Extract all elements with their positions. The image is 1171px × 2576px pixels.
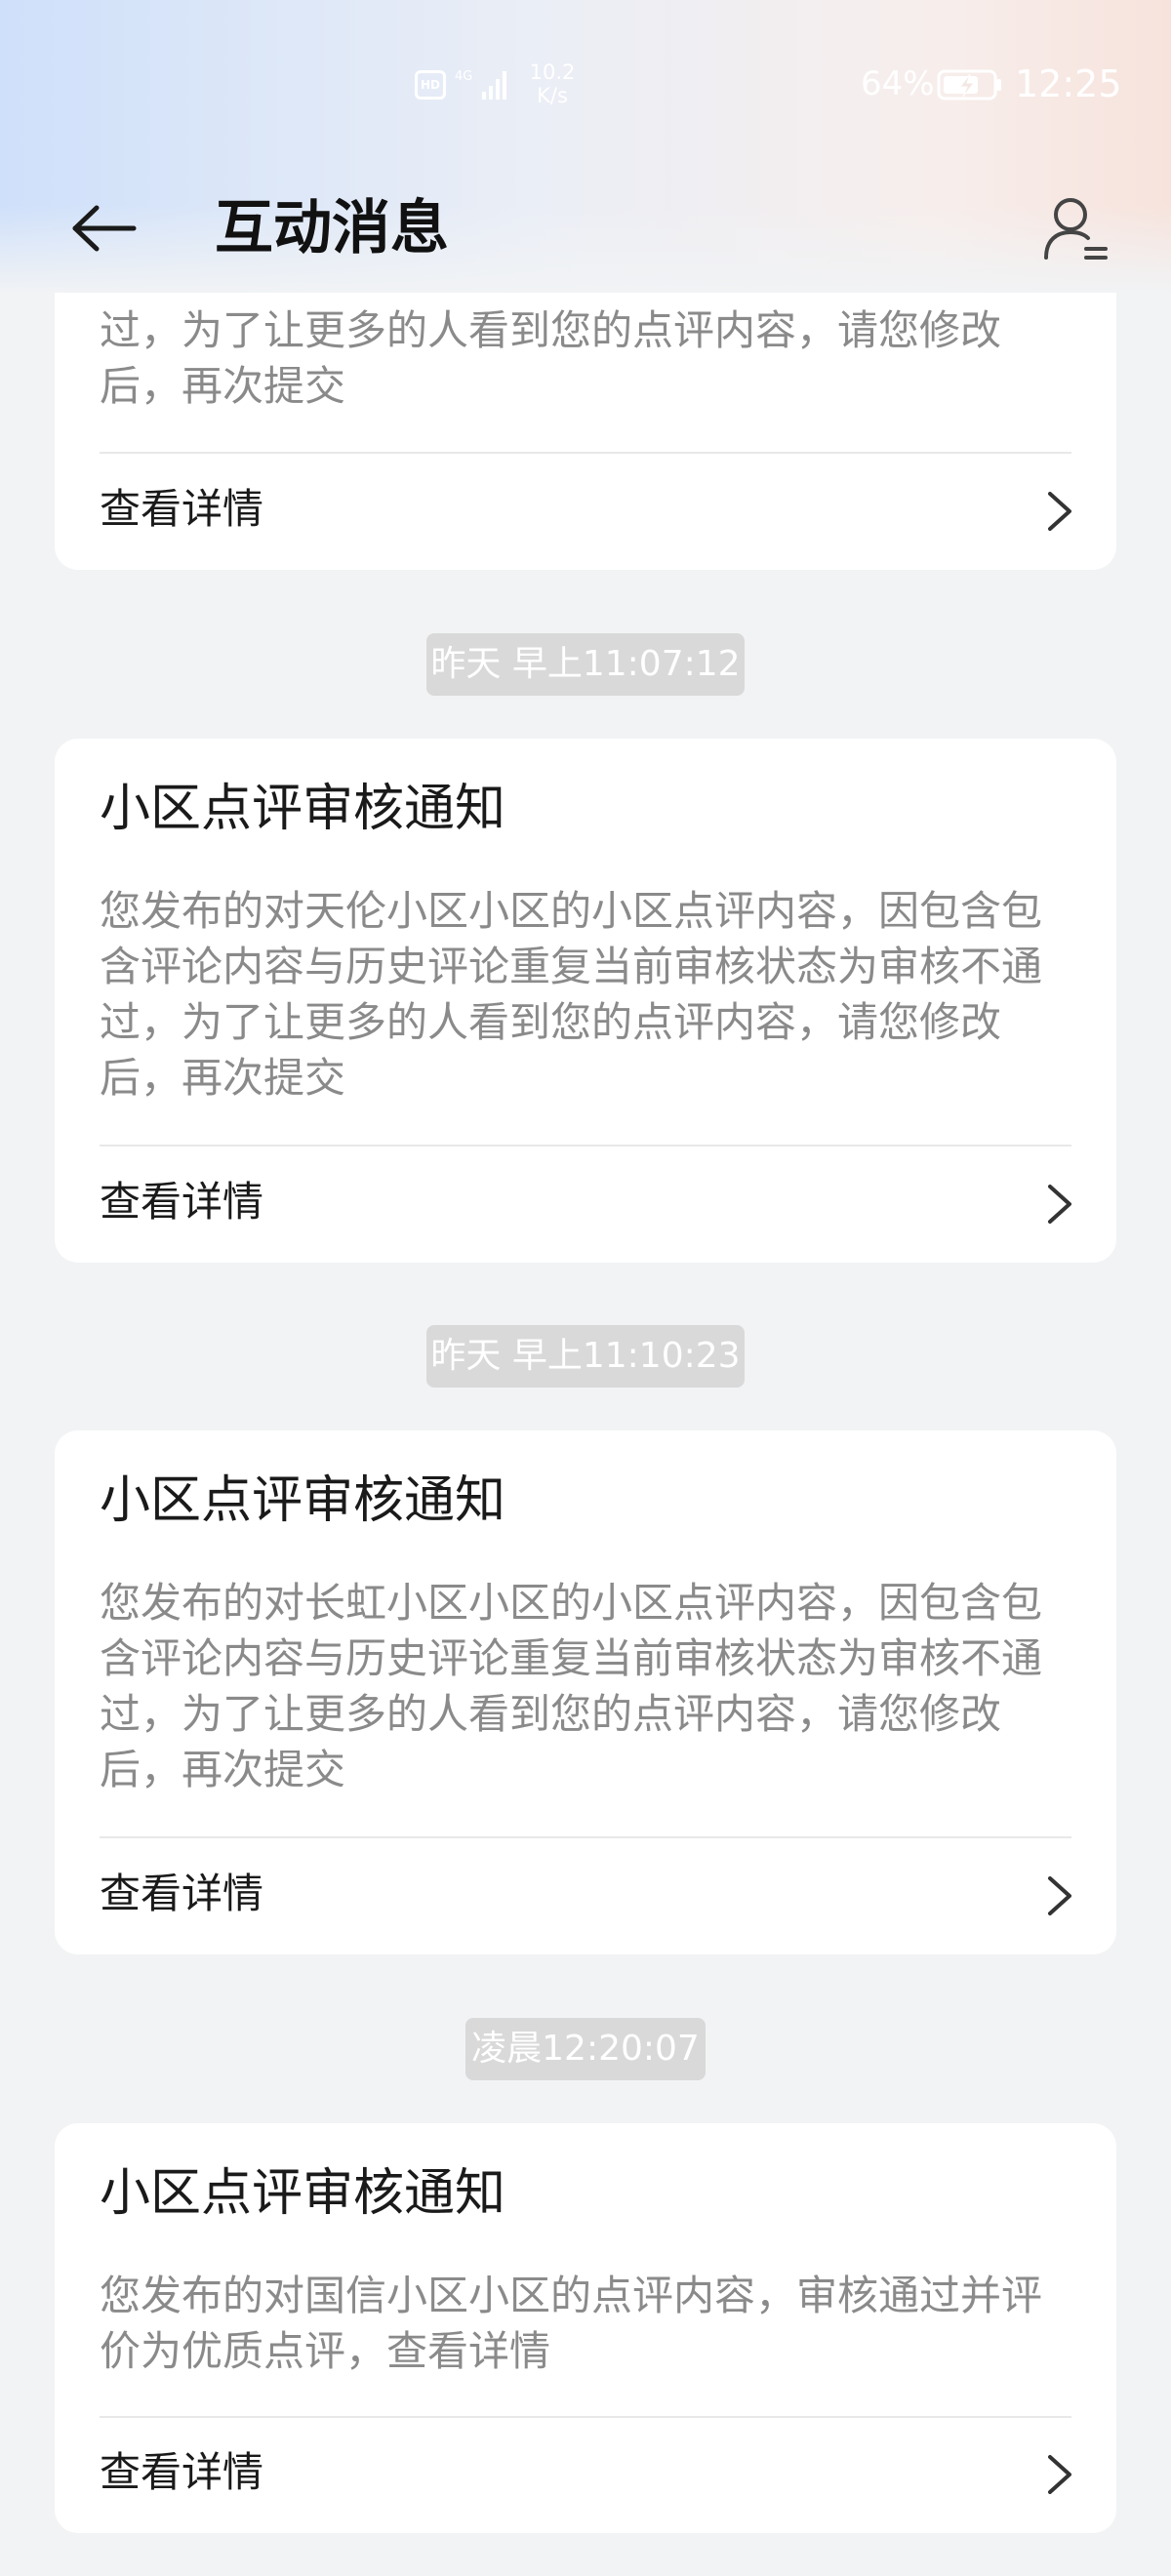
screen: 过，为了让更多的人看到您的点评内容，请您修改后，再次提交 查看详情 昨天 早上1… <box>0 0 1171 2576</box>
network-speed: 10.2 K/s <box>525 60 580 107</box>
network-type-label: 4G <box>455 69 472 84</box>
arrow-left-icon <box>72 205 137 252</box>
timestamp-text: 昨天 早上11:10:23 <box>430 1336 741 1376</box>
user-list-icon <box>1044 198 1108 260</box>
message-card: 小区点评审核通知 您发布的对国信小区小区的点评内容，审核通过并评价为优质点评，查… <box>55 2123 1116 2533</box>
chevron-right-icon <box>1048 492 1071 531</box>
signal-icon: 4G <box>455 69 506 100</box>
message-body: 您发布的对长虹小区小区的小区点评内容，因包含包含评论内容与历史评论重复当前审核状… <box>100 1579 1043 1793</box>
message-card: 小区点评审核通知 您发布的对天伦小区小区的小区点评内容，因包含包含评论内容与历史… <box>55 739 1116 1263</box>
view-details-row[interactable]: 查看详情 <box>55 2416 1116 2533</box>
view-details-row[interactable]: 查看详情 <box>55 1837 1116 1954</box>
hd-label: HD <box>420 78 440 92</box>
view-details-row[interactable]: 查看详情 <box>55 453 1116 570</box>
view-details-row[interactable]: 查看详情 <box>55 1146 1116 1263</box>
app-header: 互动消息 <box>0 166 1171 293</box>
back-button[interactable] <box>64 189 142 267</box>
network-speed-value: 10.2 <box>529 60 576 84</box>
timestamp-text: 凌晨12:20:07 <box>471 2029 700 2069</box>
profile-button[interactable] <box>1034 187 1116 269</box>
view-details-label: 查看详情 <box>100 1178 264 1226</box>
view-details-label: 查看详情 <box>100 485 264 533</box>
network-speed-unit: K/s <box>537 84 568 107</box>
page-title: 互动消息 <box>215 194 449 262</box>
clock: 12:25 <box>1015 62 1122 105</box>
battery-percent: 64% <box>861 64 935 103</box>
message-card: 小区点评审核通知 您发布的对长虹小区小区的小区点评内容，因包含包含评论内容与历史… <box>55 1430 1116 1954</box>
timestamp-pill: 昨天 早上11:10:23 <box>426 1325 745 1388</box>
message-title: 小区点评审核通知 <box>100 1471 506 1530</box>
message-title: 小区点评审核通知 <box>100 2164 506 2223</box>
chevron-right-icon <box>1048 1876 1071 1915</box>
hd-icon: HD <box>415 70 446 100</box>
timestamp-pill: 昨天 早上11:07:12 <box>426 633 745 696</box>
message-body: 您发布的对国信小区小区的点评内容，审核通过并评价为优质点评，查看详情 <box>100 2272 1043 2375</box>
status-bar: HD 4G 10.2 K/s 64% 12:25 <box>0 0 1171 166</box>
view-details-label: 查看详情 <box>100 1870 264 1917</box>
timestamp-text: 昨天 早上11:07:12 <box>430 644 741 684</box>
chevron-right-icon <box>1048 2455 1071 2494</box>
chevron-right-icon <box>1048 1185 1071 1224</box>
message-body: 您发布的对天伦小区小区的小区点评内容，因包含包含评论内容与历史评论重复当前审核状… <box>100 887 1043 1102</box>
timestamp-pill: 凌晨12:20:07 <box>465 2018 706 2080</box>
battery-charging-icon <box>937 69 1001 101</box>
message-title: 小区点评审核通知 <box>100 780 506 838</box>
message-body: 过，为了让更多的人看到您的点评内容，请您修改后，再次提交 <box>100 306 1002 410</box>
view-details-label: 查看详情 <box>100 2448 264 2496</box>
